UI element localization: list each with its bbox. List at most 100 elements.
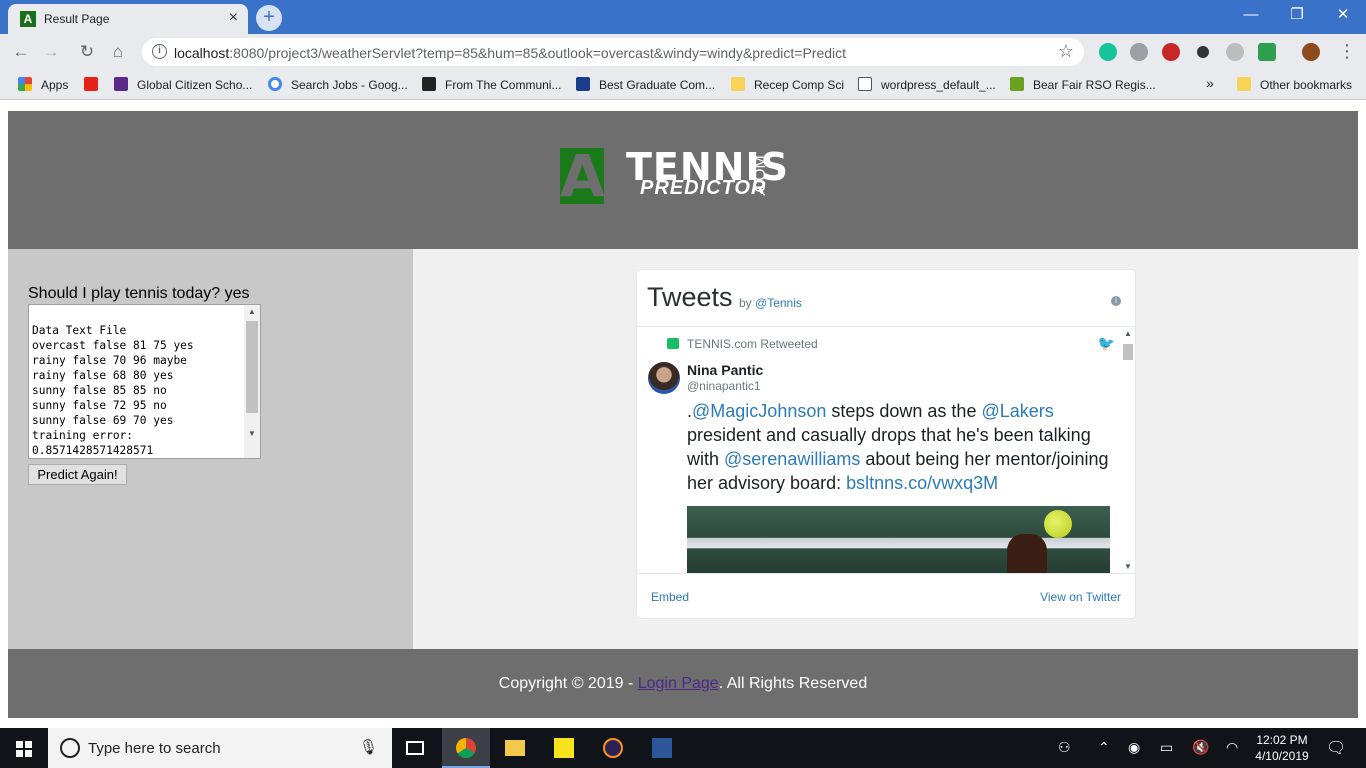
twitter-bird-icon[interactable]: 🐦	[1098, 335, 1115, 352]
other-bookmarks[interactable]: Other bookmarks	[1237, 77, 1352, 92]
predict-again-button[interactable]: Predict Again!	[28, 464, 127, 485]
bookmark-label: Best Graduate Com...	[599, 78, 716, 92]
reload-button[interactable]: ↻	[76, 41, 98, 63]
taskbar-file-explorer[interactable]	[491, 728, 539, 768]
bookmark-search-jobs[interactable]: Search Jobs - Goog...	[268, 77, 408, 92]
bookmark-from-the-community[interactable]: From The Communi...	[422, 77, 561, 92]
bookmark-recep-comp-sci[interactable]: Recep Comp Sci	[731, 77, 844, 92]
record-icon[interactable]: ◉	[1128, 739, 1140, 756]
wifi-icon[interactable]: ◠	[1226, 739, 1238, 756]
scroll-up-icon[interactable]: ▲	[1124, 329, 1132, 338]
mention-link[interactable]: @Lakers	[981, 401, 1053, 421]
folder-icon	[505, 740, 525, 756]
site-info-icon[interactable]: i	[152, 44, 167, 59]
extension-icon[interactable]	[1194, 43, 1212, 61]
retweet-label[interactable]: TENNIS.com Retweeted	[687, 337, 818, 351]
scroll-up-icon[interactable]: ▲	[248, 307, 256, 316]
restore-button[interactable]: ❐	[1274, 4, 1320, 28]
bookmark-apps[interactable]: Apps	[18, 77, 68, 92]
result-textarea[interactable]: Data Text File overcast false 81 75 yes …	[28, 304, 261, 459]
tweet-author-handle[interactable]: @ninapantic1	[687, 379, 761, 393]
mention-link[interactable]: @serenawilliams	[724, 449, 860, 469]
logo-a-mark: A	[560, 147, 605, 205]
show-hidden-icons-icon[interactable]: ⌃	[1098, 739, 1110, 756]
site-footer: Copyright © 2019 - Login Page. All Right…	[8, 649, 1358, 718]
info-icon[interactable]: i	[1111, 296, 1121, 306]
task-view-button[interactable]	[392, 728, 440, 768]
tweets-panel: Tweets by @Tennis i TENNIS.com Retweeted…	[413, 249, 1358, 649]
extension-icon[interactable]	[1258, 43, 1276, 61]
page-content: A TENNIS PREDICTOR .COM Should I play te…	[8, 111, 1358, 718]
battery-icon[interactable]: ▭	[1160, 739, 1173, 756]
usnews-icon	[576, 77, 590, 91]
taskbar-word[interactable]	[638, 728, 686, 768]
avatar[interactable]	[648, 362, 680, 394]
close-window-button[interactable]: ✕	[1320, 4, 1366, 28]
extension-icon[interactable]	[1226, 43, 1244, 61]
forward-button[interactable]: →	[40, 41, 62, 63]
extension-icon[interactable]	[1162, 43, 1180, 61]
chrome-icon	[456, 738, 476, 758]
browser-tab[interactable]: A Result Page ×	[8, 4, 248, 34]
scroll-down-icon[interactable]: ▼	[1124, 562, 1132, 571]
embed-link[interactable]: Embed	[651, 590, 689, 604]
bookmark-label: Apps	[41, 78, 69, 92]
clock-time: 12:02 PM	[1256, 733, 1308, 747]
tweet-author-name[interactable]: Nina Pantic	[687, 362, 763, 378]
action-center-icon[interactable]: 🗨	[1326, 738, 1346, 758]
bookmark-label: Bear Fair RSO Regis...	[1033, 78, 1156, 92]
scroll-thumb[interactable]	[1123, 344, 1133, 360]
taskbar-eclipse[interactable]	[589, 728, 637, 768]
taskbar-search-input[interactable]: Type here to search 🎙	[48, 728, 392, 768]
bookmark-youtube[interactable]	[84, 77, 102, 92]
search-placeholder: Type here to search	[88, 740, 221, 757]
view-on-twitter-link[interactable]: View on Twitter	[1040, 590, 1121, 604]
tweet-list: TENNIS.com Retweeted 🐦 Nina Pantic @nina…	[637, 327, 1135, 573]
tab-close-icon[interactable]: ×	[229, 9, 238, 27]
bookmark-global-citizen[interactable]: Global Citizen Scho...	[114, 77, 252, 92]
new-tab-button[interactable]: +	[256, 5, 282, 31]
taskbar-clock[interactable]: 12:02 PM 4/10/2019	[1250, 732, 1314, 764]
tweet-text: .@MagicJohnson steps down as the @Lakers…	[687, 399, 1117, 495]
tweet-list-scrollbar[interactable]: ▲ ▼	[1121, 327, 1135, 573]
microphone-icon[interactable]: 🎙	[359, 738, 378, 756]
login-page-link[interactable]: Login Page	[638, 675, 719, 692]
task-view-icon	[406, 741, 424, 755]
tweet-media-image[interactable]	[687, 506, 1110, 573]
address-bar[interactable]: i localhost:8080/project3/weatherServlet…	[142, 38, 1084, 66]
bookmark-star-icon[interactable]: ☆	[1058, 41, 1074, 62]
bookmark-best-graduate[interactable]: Best Graduate Com...	[576, 77, 715, 92]
by-text: by	[739, 296, 756, 310]
volume-muted-icon[interactable]: 🔇	[1192, 739, 1209, 756]
people-icon[interactable]: ⚇	[1058, 739, 1071, 756]
home-button[interactable]: ⌂	[107, 41, 129, 63]
bookmark-favicon-icon	[1010, 77, 1024, 91]
twitter-account-link[interactable]: @Tennis	[755, 296, 802, 310]
scroll-thumb[interactable]	[246, 321, 258, 413]
result-scrollbar[interactable]: ▲ ▼	[244, 305, 260, 458]
bookmark-label: Recep Comp Sci	[754, 78, 845, 92]
back-button[interactable]: ←	[10, 41, 32, 63]
profile-avatar[interactable]	[1302, 43, 1320, 61]
folder-icon	[731, 77, 745, 91]
tweet-url-link[interactable]: bsltnns.co/vwxq3M	[846, 473, 998, 493]
taskbar-sticky-notes[interactable]	[540, 728, 588, 768]
bookmark-label: Other bookmarks	[1260, 78, 1353, 92]
mention-link[interactable]: @MagicJohnson	[692, 401, 826, 421]
browser-menu-icon[interactable]: ⋮	[1338, 41, 1356, 62]
grammarly-extension-icon[interactable]	[1099, 43, 1117, 61]
site-header: A TENNIS PREDICTOR .COM	[8, 111, 1358, 249]
extension-icon[interactable]	[1130, 43, 1148, 61]
bookmark-wordpress[interactable]: wordpress_default_...	[858, 77, 996, 92]
windows-logo-icon	[16, 741, 23, 748]
bookmarks-overflow-button[interactable]: »	[1206, 75, 1214, 91]
start-button[interactable]	[0, 728, 48, 768]
taskbar-chrome[interactable]	[442, 728, 490, 768]
bookmark-label: Global Citizen Scho...	[137, 78, 253, 92]
url-text[interactable]: localhost:8080/project3/weatherServlet?t…	[174, 45, 846, 61]
retweet-icon	[667, 338, 679, 349]
scroll-down-icon[interactable]: ▼	[248, 429, 256, 438]
bookmark-bear-fair[interactable]: Bear Fair RSO Regis...	[1010, 77, 1156, 92]
browser-toolbar: ← → ↻ ⌂ i localhost:8080/project3/weathe…	[0, 34, 1366, 70]
minimize-button[interactable]: —	[1228, 4, 1274, 28]
